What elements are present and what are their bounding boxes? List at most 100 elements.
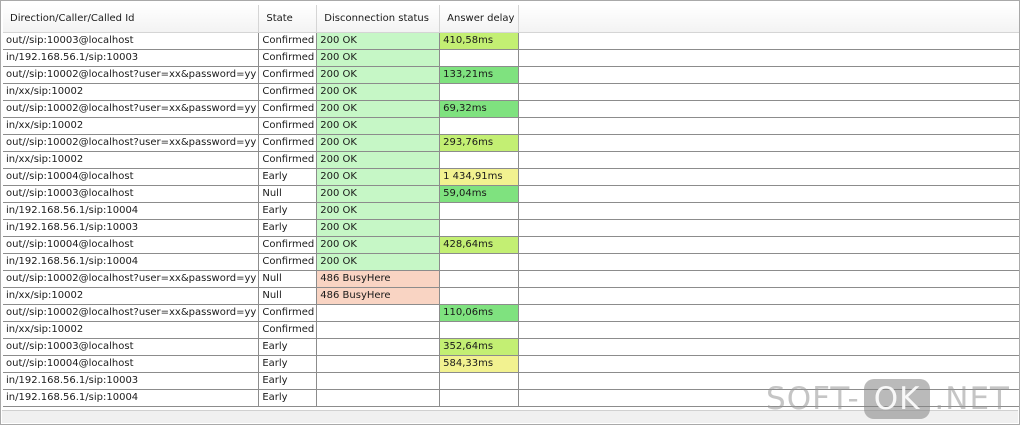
cell-direction-id[interactable]: out//sip:10002@localhost?user=xx&passwor…: [3, 304, 260, 322]
cell-state[interactable]: Confirmed: [258, 236, 318, 254]
cell-answer-delay[interactable]: [439, 151, 520, 169]
cell-disconnection-status[interactable]: [316, 321, 441, 339]
cell-state[interactable]: Confirmed: [258, 151, 318, 169]
cell-state[interactable]: Early: [258, 168, 318, 186]
cell-answer-delay[interactable]: 293,76ms: [439, 134, 520, 152]
cell-state[interactable]: Confirmed: [258, 321, 318, 339]
table-row[interactable]: in/xx/sip:10002 Confirmed 200 OK: [3, 151, 1019, 169]
cell-disconnection-status[interactable]: 200 OK: [316, 202, 441, 220]
cell-disconnection-status[interactable]: [316, 372, 441, 390]
cell-answer-delay[interactable]: 428,64ms: [439, 236, 520, 254]
cell-direction-id[interactable]: in/xx/sip:10002: [3, 321, 260, 339]
cell-state[interactable]: Confirmed: [258, 49, 318, 67]
cell-state[interactable]: Early: [258, 355, 318, 373]
cell-state[interactable]: Null: [258, 287, 318, 305]
cell-direction-id[interactable]: out//sip:10003@localhost: [3, 32, 260, 50]
table-row[interactable]: out//sip:10004@localhost Confirmed 200 OK 4…: [3, 236, 1019, 254]
cell-answer-delay[interactable]: [439, 83, 520, 101]
cell-disconnection-status[interactable]: 200 OK: [316, 117, 441, 135]
cell-state[interactable]: Confirmed: [258, 253, 318, 271]
cell-state[interactable]: Null: [258, 270, 318, 288]
cell-direction-id[interactable]: in/xx/sip:10002: [3, 83, 260, 101]
table-row[interactable]: out//sip:10002@localhost?user=xx&passwor…: [3, 304, 1019, 322]
cell-disconnection-status[interactable]: 200 OK: [316, 236, 441, 254]
cell-answer-delay[interactable]: [439, 321, 520, 339]
cell-disconnection-status[interactable]: [316, 304, 441, 322]
table-row[interactable]: in/xx/sip:10002 Confirmed 200 OK: [3, 83, 1019, 101]
cell-state[interactable]: Early: [258, 338, 318, 356]
cell-disconnection-status[interactable]: 200 OK: [316, 83, 441, 101]
cell-state[interactable]: Confirmed: [258, 32, 318, 50]
cell-answer-delay[interactable]: 352,64ms: [439, 338, 520, 356]
cell-direction-id[interactable]: in/192.168.56.1/sip:10004: [3, 202, 260, 220]
cell-state[interactable]: Confirmed: [258, 66, 318, 84]
cell-direction-id[interactable]: out//sip:10003@localhost: [3, 185, 260, 203]
cell-state[interactable]: Early: [258, 202, 318, 220]
table-row[interactable]: out//sip:10004@localhost Early 200 OK 1 434…: [3, 168, 1019, 186]
cell-state[interactable]: Early: [258, 389, 318, 407]
cell-direction-id[interactable]: in/xx/sip:10002: [3, 151, 260, 169]
cell-direction-id[interactable]: in/192.168.56.1/sip:10004: [3, 253, 260, 271]
cell-disconnection-status[interactable]: [316, 389, 441, 407]
cell-direction-id[interactable]: in/192.168.56.1/sip:10003: [3, 49, 260, 67]
column-header-status[interactable]: Disconnection status: [316, 5, 441, 33]
cell-disconnection-status[interactable]: 200 OK: [316, 168, 441, 186]
cell-answer-delay[interactable]: [439, 372, 520, 390]
table-row[interactable]: in/xx/sip:10002 Null 486 BusyHere: [3, 287, 1019, 305]
cell-answer-delay[interactable]: 133,21ms: [439, 66, 520, 84]
cell-answer-delay[interactable]: 1 434,91ms: [439, 168, 520, 186]
table-row[interactable]: out//sip:10003@localhost Early 352,64ms: [3, 338, 1019, 356]
cell-answer-delay[interactable]: [439, 117, 520, 135]
cell-answer-delay[interactable]: [439, 253, 520, 271]
table-row[interactable]: in/xx/sip:10002 Confirmed 200 OK: [3, 117, 1019, 135]
cell-direction-id[interactable]: out//sip:10002@localhost?user=xx&passwor…: [3, 66, 260, 84]
cell-disconnection-status[interactable]: 486 BusyHere: [316, 270, 441, 288]
column-header-delay[interactable]: Answer delay: [439, 5, 520, 33]
table-row[interactable]: in/192.168.56.1/sip:10003 Early 200 OK: [3, 219, 1019, 237]
cell-direction-id[interactable]: in/192.168.56.1/sip:10004: [3, 389, 260, 407]
cell-state[interactable]: Confirmed: [258, 117, 318, 135]
cell-answer-delay[interactable]: 410,58ms: [439, 32, 520, 50]
table-row[interactable]: out//sip:10004@localhost Early 584,33ms: [3, 355, 1019, 373]
cell-answer-delay[interactable]: 110,06ms: [439, 304, 520, 322]
cell-state[interactable]: Confirmed: [258, 304, 318, 322]
table-row[interactable]: in/192.168.56.1/sip:10003 Confirmed 200 OK: [3, 49, 1019, 67]
cell-disconnection-status[interactable]: 200 OK: [316, 100, 441, 118]
cell-state[interactable]: Early: [258, 219, 318, 237]
cell-direction-id[interactable]: out//sip:10003@localhost: [3, 338, 260, 356]
cell-disconnection-status[interactable]: 200 OK: [316, 151, 441, 169]
cell-state[interactable]: Null: [258, 185, 318, 203]
cell-disconnection-status[interactable]: 200 OK: [316, 66, 441, 84]
cell-disconnection-status[interactable]: 200 OK: [316, 185, 441, 203]
cell-answer-delay[interactable]: [439, 270, 520, 288]
cell-state[interactable]: Early: [258, 372, 318, 390]
table-row[interactable]: out//sip:10002@localhost?user=xx&passwor…: [3, 100, 1019, 118]
cell-direction-id[interactable]: out//sip:10004@localhost: [3, 236, 260, 254]
cell-disconnection-status[interactable]: 200 OK: [316, 49, 441, 67]
cell-answer-delay[interactable]: 59,04ms: [439, 185, 520, 203]
cell-direction-id[interactable]: out//sip:10004@localhost: [3, 168, 260, 186]
cell-direction-id[interactable]: out//sip:10002@localhost?user=xx&passwor…: [3, 134, 260, 152]
cell-state[interactable]: Confirmed: [258, 134, 318, 152]
table-row[interactable]: out//sip:10003@localhost Confirmed 200 OK 4…: [3, 32, 1019, 50]
cell-answer-delay[interactable]: [439, 202, 520, 220]
cell-disconnection-status[interactable]: 200 OK: [316, 134, 441, 152]
calls-grid[interactable]: Direction/Caller/Called Id State Disconn…: [0, 0, 1020, 425]
cell-disconnection-status[interactable]: 200 OK: [316, 32, 441, 50]
cell-disconnection-status[interactable]: 200 OK: [316, 219, 441, 237]
cell-direction-id[interactable]: in/xx/sip:10002: [3, 287, 260, 305]
cell-direction-id[interactable]: in/xx/sip:10002: [3, 117, 260, 135]
cell-direction-id[interactable]: out//sip:10002@localhost?user=xx&passwor…: [3, 270, 260, 288]
table-row[interactable]: in/192.168.56.1/sip:10004 Confirmed 200 OK: [3, 253, 1019, 271]
table-row[interactable]: in/192.168.56.1/sip:10004 Early 200 OK: [3, 202, 1019, 220]
cell-disconnection-status[interactable]: 486 BusyHere: [316, 287, 441, 305]
table-row[interactable]: out//sip:10002@localhost?user=xx&passwor…: [3, 134, 1019, 152]
cell-answer-delay[interactable]: [439, 49, 520, 67]
cell-answer-delay[interactable]: 584,33ms: [439, 355, 520, 373]
cell-disconnection-status[interactable]: [316, 338, 441, 356]
cell-direction-id[interactable]: out//sip:10004@localhost: [3, 355, 260, 373]
cell-direction-id[interactable]: out//sip:10002@localhost?user=xx&passwor…: [3, 100, 260, 118]
cell-state[interactable]: Confirmed: [258, 83, 318, 101]
table-row[interactable]: in/xx/sip:10002 Confirmed: [3, 321, 1019, 339]
cell-disconnection-status[interactable]: 200 OK: [316, 253, 441, 271]
